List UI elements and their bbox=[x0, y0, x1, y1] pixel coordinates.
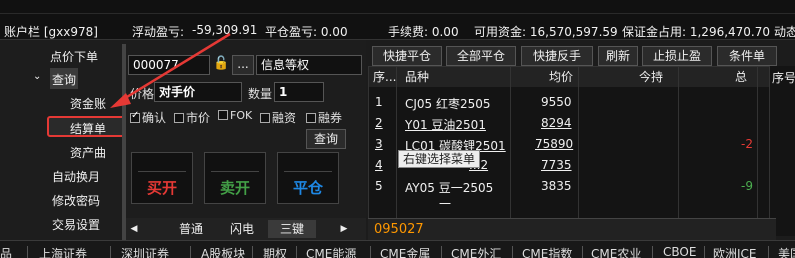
annotation-arrow bbox=[110, 32, 231, 108]
arrow-shaft bbox=[121, 32, 231, 102]
